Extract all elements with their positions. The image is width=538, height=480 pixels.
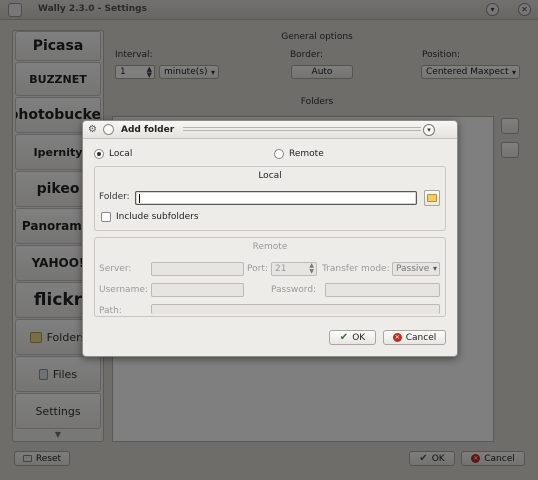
- dialog-cancel-button[interactable]: ✕ Cancel: [383, 330, 446, 345]
- local-group-title: Local: [258, 171, 282, 181]
- transfer-mode-select[interactable]: Passive ▾: [392, 262, 440, 276]
- local-group: Local Folder: Include subfolders: [94, 166, 446, 231]
- source-remote-label: Remote: [289, 149, 324, 159]
- folder-icon: [427, 194, 437, 202]
- radio-icon: [274, 149, 284, 159]
- username-input[interactable]: [151, 283, 244, 297]
- password-input[interactable]: [325, 283, 440, 297]
- path-label: Path:: [99, 306, 122, 316]
- port-label: Port:: [247, 264, 268, 274]
- username-label: Username:: [99, 285, 148, 295]
- path-input[interactable]: [151, 304, 440, 314]
- dialog-titlebar: ⚙ Add folder ▾: [83, 121, 457, 139]
- folder-input[interactable]: [135, 191, 417, 205]
- port-value: 21: [275, 264, 287, 274]
- dialog-ok-label: OK: [352, 332, 366, 343]
- wrench-icon[interactable]: ⚙: [88, 124, 97, 135]
- transfer-mode-value: Passive: [396, 264, 430, 274]
- password-label: Password:: [271, 285, 317, 295]
- checkbox-icon: [101, 212, 111, 222]
- source-local-label: Local: [109, 149, 133, 159]
- radio-icon: [94, 149, 104, 159]
- remote-group-title: Remote: [252, 242, 288, 252]
- add-folder-dialog: ⚙ Add folder ▾ Local Remote Local Folder…: [82, 120, 458, 357]
- minimize-icon[interactable]: ▾: [423, 124, 435, 136]
- chevron-down-icon: ▾: [432, 264, 437, 273]
- source-local-radio[interactable]: Local: [94, 149, 132, 159]
- spin-arrows-icon: ▲ ▼: [309, 262, 314, 275]
- cancel-icon: ✕: [392, 333, 402, 342]
- server-input[interactable]: [151, 262, 244, 276]
- dialog-cancel-label: Cancel: [405, 332, 437, 343]
- pin-icon[interactable]: [103, 124, 114, 135]
- include-subfolders-label: Include subfolders: [116, 212, 199, 222]
- source-remote-radio[interactable]: Remote: [274, 149, 324, 159]
- browse-folder-button[interactable]: [424, 190, 440, 206]
- dialog-title: Add folder: [121, 125, 175, 135]
- server-label: Server:: [99, 264, 132, 274]
- transfer-mode-label: Transfer mode:: [322, 264, 390, 274]
- folder-label: Folder:: [99, 192, 130, 202]
- port-spinbox[interactable]: 21 ▲ ▼: [271, 262, 317, 276]
- check-icon: ✔: [339, 332, 349, 343]
- text-caret: [139, 194, 140, 203]
- include-subfolders-checkbox[interactable]: Include subfolders: [101, 212, 199, 222]
- remote-group: Remote Server: Port: 21 ▲ ▼ Transfer mode…: [94, 237, 446, 317]
- titlebar-grip: [183, 127, 421, 133]
- dialog-ok-button[interactable]: ✔ OK: [329, 330, 376, 345]
